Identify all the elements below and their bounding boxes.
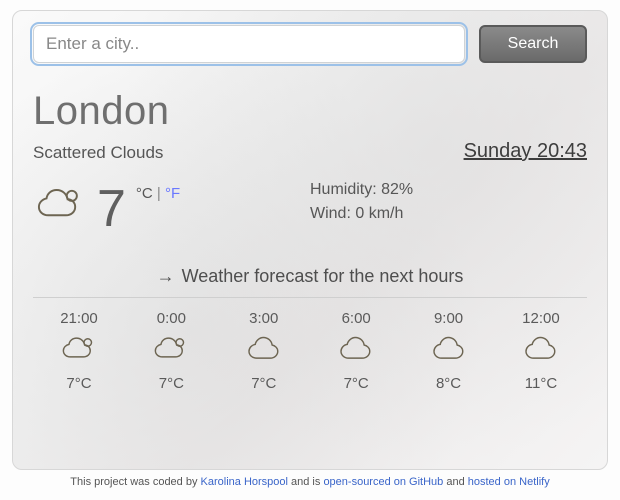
humidity-value: 82% [381,181,413,198]
current-datetime: Sunday 20:43 [464,140,587,163]
forecast-item: 9:00 8°C [407,310,491,392]
cloud-icon [314,333,398,371]
footer-text: This project was coded by [70,476,200,488]
forecast-temp: 7°C [222,375,306,392]
footer-text: and is [288,476,323,488]
footer-text: and [443,476,467,488]
forecast-temp: 7°C [37,375,121,392]
search-button[interactable]: Search [479,25,587,63]
unit-toggle: °C | °F [136,185,180,202]
humidity-row: Humidity: 82% [310,181,413,199]
weather-card: Search London Scattered Clouds Sunday 20… [12,10,608,470]
forecast-temp: 7°C [314,375,398,392]
forecast-heading-text: Weather forecast for the next hours [182,266,464,286]
unit-separator: | [153,185,165,202]
wind-value: 0 km/h [355,205,403,222]
forecast-heading: → Weather forecast for the next hours [33,266,587,287]
forecast-item: 6:00 7°C [314,310,398,392]
cloud-icon [499,333,583,371]
forecast-item: 0:00 7°C [129,310,213,392]
forecast-temp: 8°C [407,375,491,392]
forecast-temp: 11°C [499,375,583,392]
github-link[interactable]: open-sourced on GitHub [323,476,443,488]
wind-row: Wind: 0 km/h [310,205,413,223]
forecast-time: 0:00 [129,310,213,327]
forecast-time: 9:00 [407,310,491,327]
wind-label: Wind: [310,205,355,222]
footer: This project was coded by Karolina Horsp… [12,476,608,488]
cloud-icon [407,333,491,371]
weather-details: Humidity: 82% Wind: 0 km/h [310,179,413,238]
unit-celsius[interactable]: °C [136,185,153,202]
current-weather: 7 °C | °F [33,179,310,238]
netlify-link[interactable]: hosted on Netlify [468,476,550,488]
forecast-list: 21:00 7°C 0:00 7°C 3:00 7°C 6:00 7°C 9:00 8°C 12:0… [33,310,587,392]
city-name: London [33,89,587,134]
search-input[interactable] [33,25,465,63]
divider [33,297,587,298]
humidity-label: Humidity: [310,181,381,198]
partly-cloudy-icon [33,179,87,238]
forecast-item: 3:00 7°C [222,310,306,392]
author-link[interactable]: Karolina Horspool [201,476,288,488]
forecast-item: 21:00 7°C [37,310,121,392]
forecast-item: 12:00 11°C [499,310,583,392]
search-row: Search [33,25,587,63]
cloud-icon [222,333,306,371]
forecast-time: 6:00 [314,310,398,327]
unit-fahrenheit[interactable]: °F [165,185,180,202]
arrow-icon: → [157,266,175,286]
partly-cloudy-icon [129,333,213,371]
forecast-temp: 7°C [129,375,213,392]
weather-description: Scattered Clouds [33,143,163,163]
forecast-time: 12:00 [499,310,583,327]
forecast-time: 21:00 [37,310,121,327]
forecast-time: 3:00 [222,310,306,327]
partly-cloudy-icon [37,333,121,371]
current-temperature: 7 [97,183,126,235]
